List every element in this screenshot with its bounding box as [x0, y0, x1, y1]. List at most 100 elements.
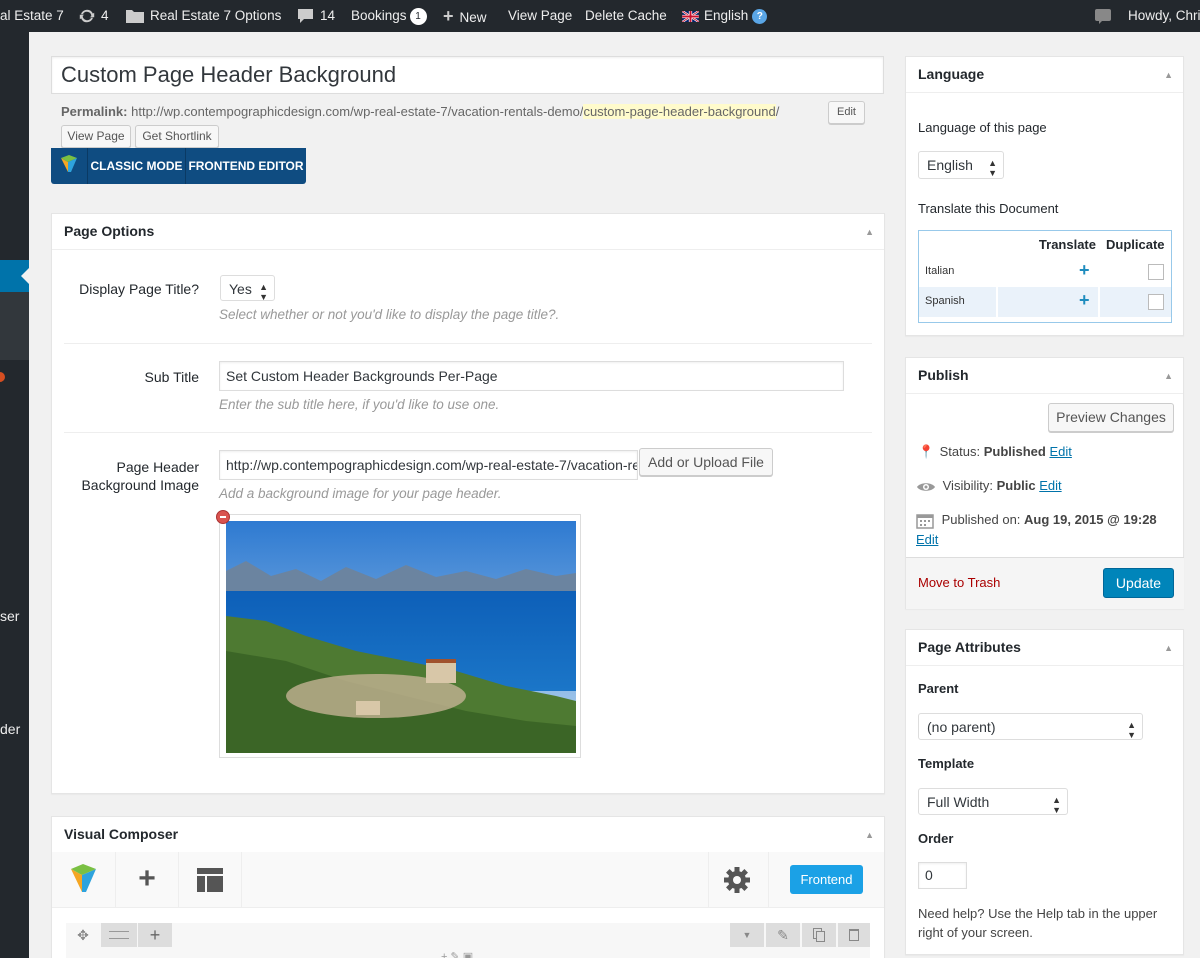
comments-link[interactable]: 14 [297, 0, 335, 32]
bg-image-input[interactable]: http://wp.contempographicdesign.com/wp-r… [219, 450, 638, 480]
lang-row-name: Italian [925, 265, 955, 277]
visibility-value: Public [996, 478, 1036, 493]
column-controls-icon[interactable]: + ✎ ▣ [441, 950, 473, 958]
remove-image-icon[interactable] [216, 510, 230, 524]
template-select-value: Full Width [927, 794, 990, 810]
page-attributes-header[interactable]: Page Attributes ▲ [906, 630, 1183, 666]
parent-select-value: (no parent) [927, 719, 996, 735]
howdy-user[interactable]: Howdy, Chri [1128, 0, 1200, 32]
site-name-link[interactable]: al Estate 7 [0, 0, 64, 32]
page-options-header[interactable]: Page Options ▲ [52, 214, 884, 250]
get-shortlink-button[interactable]: Get Shortlink [135, 125, 219, 148]
visibility-label: Visibility: [942, 478, 993, 493]
duplicate-checkbox[interactable] [1148, 264, 1164, 280]
publish-header[interactable]: Publish ▲ [906, 358, 1183, 394]
row-clone-icon[interactable] [802, 923, 836, 947]
help-icon[interactable]: ? [752, 8, 768, 24]
vc-row: ✥ + ▼ ✎ + ✎ ▣ [66, 923, 870, 958]
sidebar-item-composer[interactable]: ser [0, 608, 19, 624]
status-label: Status: [939, 444, 981, 459]
row-toggle-icon[interactable]: ▼ [730, 923, 764, 947]
view-page-button[interactable]: View Page [61, 125, 131, 148]
template-label: Template [918, 756, 975, 771]
sidebar-submenu [0, 292, 29, 360]
visual-composer-title: Visual Composer [64, 826, 179, 842]
row-add-icon[interactable]: + [138, 923, 172, 947]
published-on-value: Aug 19, 2015 @ 19:28 [1024, 512, 1157, 527]
add-upload-file-button[interactable]: Add or Upload File [639, 448, 773, 476]
select-arrows-icon: ▲ ▼ [259, 282, 268, 302]
lang-select[interactable]: English ▲ ▼ [918, 151, 1004, 179]
page-attributes-title: Page Attributes [918, 639, 1021, 655]
vc-mode-bar: CLASSIC MODE FRONTEND EDITOR [51, 148, 306, 184]
visual-composer-header[interactable]: Visual Composer ▲ [52, 817, 884, 853]
select-arrows-icon: ▲ ▼ [1127, 720, 1136, 740]
updates-link[interactable]: 4 [78, 0, 109, 32]
move-to-trash-link[interactable]: Move to Trash [918, 575, 1000, 590]
post-title-input[interactable]: Custom Page Header Background [51, 56, 884, 94]
language-title: Language [918, 66, 985, 82]
row-edit-pencil-icon[interactable]: ✎ [766, 923, 800, 947]
status-edit-link[interactable]: Edit [1049, 444, 1071, 459]
admin-sidebar: ser der [0, 32, 29, 958]
lang-of-page-label: Language of this page [918, 120, 1047, 135]
order-input[interactable]: 0 [918, 862, 967, 889]
add-translation-plus-icon[interactable]: + [1079, 290, 1090, 311]
permalink-base[interactable]: http://wp.contempographicdesign.com/wp-r… [131, 104, 583, 119]
published-on-edit-link[interactable]: Edit [916, 532, 938, 547]
preview-changes-button[interactable]: Preview Changes [1048, 403, 1174, 432]
delete-cache-link[interactable]: Delete Cache [585, 0, 667, 32]
classic-mode-button[interactable]: CLASSIC MODE [88, 148, 185, 184]
divider [64, 432, 872, 433]
order-label: Order [918, 831, 954, 846]
collapse-arrow-icon[interactable]: ▲ [1164, 358, 1173, 394]
vc-logo-icon[interactable] [51, 148, 87, 184]
notification-link[interactable] [1094, 0, 1112, 32]
collapse-arrow-icon[interactable]: ▲ [865, 817, 874, 853]
translations-table: Translate Duplicate Italian + Spanish + [918, 230, 1172, 323]
speech-bubble-icon [1095, 9, 1111, 25]
vc-templates-icon[interactable] [179, 852, 242, 908]
subtitle-input[interactable]: Set Custom Header Backgrounds Per-Page [219, 361, 844, 391]
vc-frontend-button[interactable]: Frontend [790, 865, 863, 894]
add-translation-plus-icon[interactable]: + [1079, 260, 1090, 281]
row-delete-trash-icon[interactable] [838, 923, 870, 947]
visibility-edit-link[interactable]: Edit [1039, 478, 1061, 493]
admin-bar: al Estate 7 4 Real Estate 7 Options 14 B… [0, 0, 1200, 32]
updates-count: 4 [101, 8, 109, 23]
parent-select[interactable]: (no parent) ▲ ▼ [918, 713, 1143, 740]
row-layout-icon[interactable] [101, 923, 137, 947]
collapse-arrow-icon[interactable]: ▲ [1164, 630, 1173, 666]
update-button[interactable]: Update [1103, 568, 1174, 598]
options-link[interactable]: Real Estate 7 Options [125, 0, 281, 32]
permalink-end: / [775, 104, 780, 119]
frontend-editor-button[interactable]: FRONTEND EDITOR [186, 148, 306, 184]
duplicate-checkbox[interactable] [1148, 294, 1164, 310]
language-header[interactable]: Language ▲ [906, 57, 1183, 93]
bg-label-line1: Page Header [116, 459, 199, 475]
permalink-label: Permalink: [61, 104, 128, 119]
vc-logo-icon[interactable] [52, 852, 116, 908]
divider [996, 287, 998, 317]
view-page-link[interactable]: View Page [508, 0, 572, 32]
permalink-slug[interactable]: custom-page-header-background [583, 104, 776, 119]
language-switcher[interactable]: English? [681, 0, 768, 32]
vc-add-element-icon[interactable]: + [116, 852, 179, 908]
template-select[interactable]: Full Width ▲ ▼ [918, 788, 1068, 815]
publish-title: Publish [918, 367, 969, 383]
help-text: Need help? Use the Help tab in the upper… [918, 904, 1157, 942]
vc-toolbar: + Frontend [52, 852, 884, 908]
permalink-edit-button[interactable]: Edit [828, 101, 865, 124]
table-row: Italian + [919, 258, 1171, 286]
display-title-select[interactable]: Yes ▲ ▼ [220, 275, 275, 302]
plus-icon: + [443, 6, 454, 26]
collapse-arrow-icon[interactable]: ▲ [865, 214, 874, 250]
bookings-link[interactable]: Bookings 1 [351, 0, 427, 32]
collapse-arrow-icon[interactable]: ▲ [1164, 57, 1173, 93]
move-icon[interactable]: ✥ [66, 923, 100, 947]
page-options-title: Page Options [64, 223, 155, 239]
new-link[interactable]: + New [443, 0, 487, 32]
sidebar-item-header[interactable]: der [0, 721, 20, 737]
vc-settings-gear-icon[interactable] [709, 852, 769, 908]
lang-select-value: English [927, 157, 973, 173]
